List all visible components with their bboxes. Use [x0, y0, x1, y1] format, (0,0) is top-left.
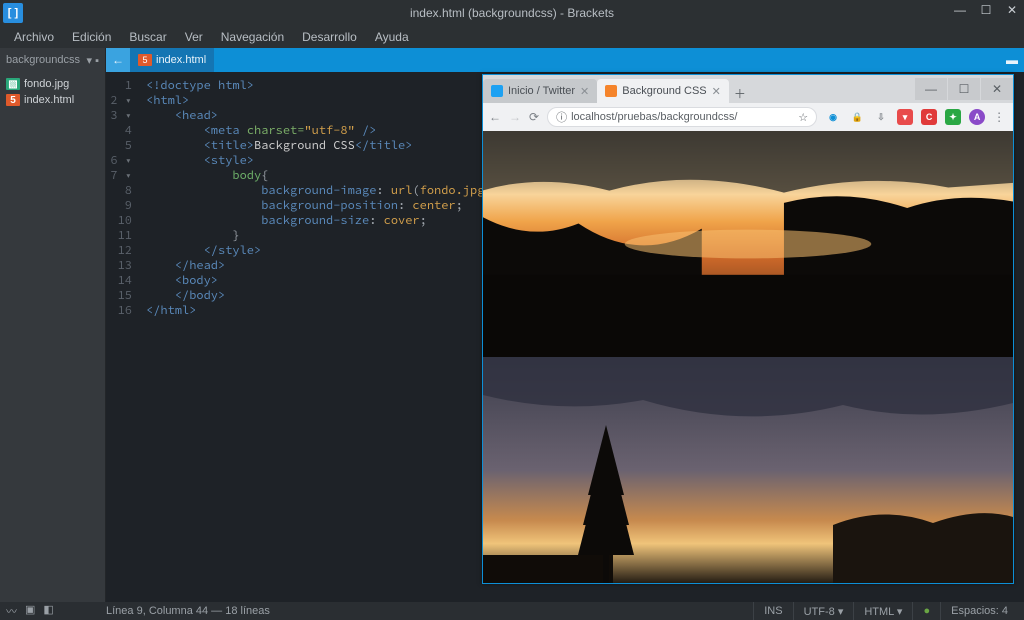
bg-image-bottom	[483, 357, 1013, 583]
browser-close-button[interactable]: ✕	[981, 78, 1013, 100]
cursor-position[interactable]: Línea 9, Columna 44 — 18 líneas	[106, 605, 270, 617]
page-content	[483, 131, 1013, 583]
back-icon[interactable]: ←	[489, 110, 501, 124]
browser-tab-strip: Inicio / Twitter ✕ Background CSS ✕ ＋ — …	[483, 75, 1013, 103]
window-title: index.html (backgroundcss) - Brackets	[0, 6, 1024, 20]
tab-strip: ← 5 index.html ▬	[106, 48, 1024, 72]
pocket-icon[interactable]: ▾	[897, 109, 913, 125]
browser-minimize-button[interactable]: —	[915, 78, 947, 100]
tab-label: Inicio / Twitter	[508, 85, 575, 97]
ext-c-icon[interactable]: C	[921, 109, 937, 125]
ext-g-icon[interactable]: ✦	[945, 109, 961, 125]
reload-icon[interactable]: ⟳	[529, 110, 539, 124]
extensions-icon[interactable]: ▣	[25, 603, 35, 619]
status-bar: 〰 ▣ ◧ Línea 9, Columna 44 — 18 líneas IN…	[0, 602, 1024, 620]
tab-label: Background CSS	[622, 85, 706, 97]
html-icon: 5	[6, 94, 20, 106]
pane-collapse-button[interactable]: ▬	[1006, 53, 1018, 67]
html-icon: 5	[138, 54, 152, 66]
file-label: index.html	[24, 94, 74, 106]
indent-selector[interactable]: Espacios: 4	[940, 602, 1018, 620]
menu-buscar[interactable]: Buscar	[121, 28, 174, 46]
code-content[interactable]: <!doctype html> <html> <head> <meta char…	[140, 72, 499, 602]
tab-label: index.html	[156, 54, 206, 66]
avatar[interactable]: A	[969, 109, 985, 125]
address-bar: ← → ⟳ ⓘ localhost/pruebas/backgroundcss/…	[483, 103, 1013, 131]
overwrite-mode[interactable]: INS	[753, 602, 792, 620]
browser-maximize-button[interactable]: ☐	[948, 78, 980, 100]
forward-icon[interactable]: →	[509, 110, 521, 124]
close-button[interactable]: ✕	[1004, 2, 1020, 18]
menu-bar: Archivo Edición Buscar Ver Navegación De…	[0, 26, 1024, 48]
menu-archivo[interactable]: Archivo	[6, 28, 62, 46]
ext-icon[interactable]: ◉	[825, 109, 841, 125]
work-area: ← 5 index.html ▬ 1 2 ▾ 3 ▾ 4 5 6 ▾ 7 ▾ 8…	[106, 48, 1024, 602]
menu-ver[interactable]: Ver	[177, 28, 211, 46]
menu-icon[interactable]: ⋮	[993, 110, 1005, 124]
menu-ayuda[interactable]: Ayuda	[367, 28, 417, 46]
tab-index-html[interactable]: 5 index.html	[130, 48, 214, 72]
project-header[interactable]: backgroundcss ▾ ▪	[0, 48, 105, 72]
language-selector[interactable]: HTML ▾	[853, 602, 912, 620]
close-icon[interactable]: ✕	[580, 85, 589, 98]
bg-image-top	[483, 131, 1013, 357]
title-bar: [ ] index.html (backgroundcss) - Bracket…	[0, 0, 1024, 26]
minimize-button[interactable]: —	[952, 2, 968, 18]
split-view-icon[interactable]: ◧	[43, 603, 53, 619]
close-icon[interactable]: ✕	[712, 85, 721, 98]
file-index[interactable]: 5 index.html	[0, 92, 105, 108]
browser-tab-page[interactable]: Background CSS ✕	[597, 79, 729, 103]
url-text: localhost/pruebas/backgroundcss/	[571, 111, 737, 123]
live-preview-icon[interactable]: 〰	[6, 603, 17, 619]
star-icon[interactable]: ☆	[798, 111, 808, 124]
new-tab-button[interactable]: ＋	[729, 83, 751, 103]
app-logo: [ ]	[3, 3, 23, 23]
live-preview-pane: Inicio / Twitter ✕ Background CSS ✕ ＋ — …	[482, 74, 1014, 584]
chevron-down-icon: ▾ ▪	[87, 54, 99, 67]
menu-navegacion[interactable]: Navegación	[213, 28, 292, 46]
menu-edicion[interactable]: Edición	[64, 28, 119, 46]
twitter-icon	[491, 85, 503, 97]
browser-tab-twitter[interactable]: Inicio / Twitter ✕	[483, 79, 597, 103]
download-icon[interactable]: ⇩	[873, 109, 889, 125]
maximize-button[interactable]: ☐	[978, 2, 994, 18]
image-icon: ▧	[6, 78, 20, 90]
file-fondo[interactable]: ▧ fondo.jpg	[0, 76, 105, 92]
menu-desarrollo[interactable]: Desarrollo	[294, 28, 365, 46]
file-label: fondo.jpg	[24, 78, 69, 90]
sidebar: backgroundcss ▾ ▪ ▧ fondo.jpg 5 index.ht…	[0, 48, 106, 602]
lock-icon[interactable]: 🔒	[849, 109, 865, 125]
url-input[interactable]: ⓘ localhost/pruebas/backgroundcss/ ☆	[547, 107, 817, 127]
encoding-selector[interactable]: UTF-8 ▾	[793, 602, 854, 620]
info-icon: ⓘ	[556, 109, 567, 125]
back-arrow-button[interactable]: ←	[106, 48, 130, 72]
gutter: 1 2 ▾ 3 ▾ 4 5 6 ▾ 7 ▾ 8 9 10 11 12 13 14…	[106, 72, 140, 602]
project-name: backgroundcss	[6, 54, 80, 66]
xampp-icon	[605, 85, 617, 97]
lint-indicator[interactable]: ●	[912, 602, 940, 620]
